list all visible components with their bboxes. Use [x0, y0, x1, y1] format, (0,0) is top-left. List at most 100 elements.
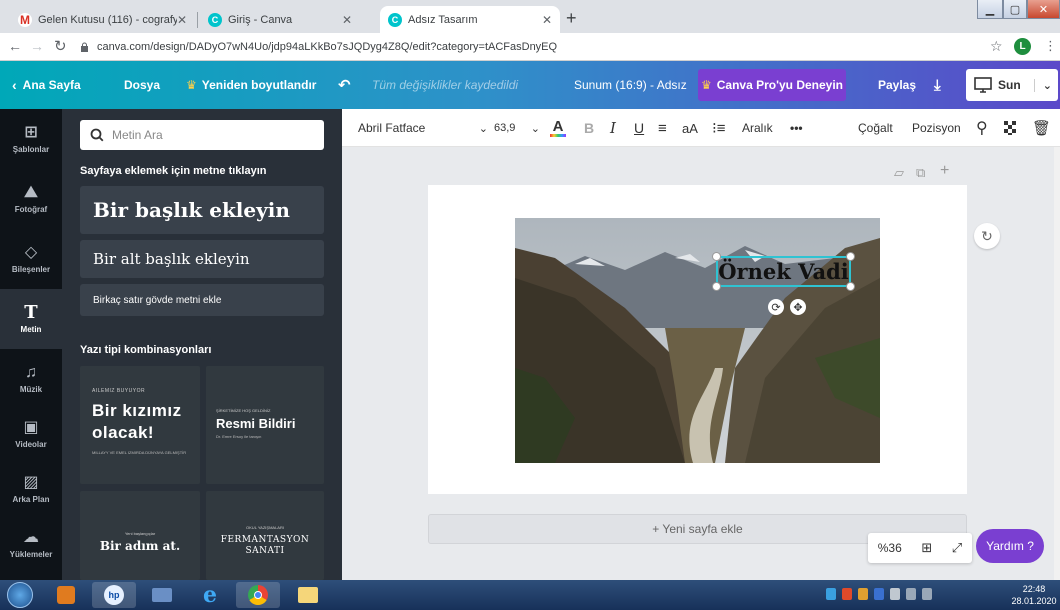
reload-icon[interactable]: ↻	[54, 37, 67, 55]
lock-icon	[81, 42, 88, 52]
close-icon[interactable]: ✕	[177, 13, 187, 27]
grid-view-icon[interactable]: ⊞	[921, 540, 932, 556]
font-family-dropdown[interactable]: Abril Fatface ⌄	[358, 109, 488, 147]
start-button[interactable]	[2, 582, 38, 608]
add-page-icon[interactable]: +	[940, 162, 949, 180]
taskbar-app-explorer[interactable]	[286, 582, 330, 608]
refresh-icon[interactable]: ↻	[974, 223, 1000, 249]
add-body-text-button[interactable]: Birkaç satır gövde metni ekle	[80, 284, 324, 316]
share-button[interactable]: Paylaş	[878, 61, 916, 109]
spacing-button[interactable]: Aralık	[742, 109, 773, 147]
tray-icon[interactable]	[842, 588, 852, 600]
close-icon[interactable]: ✕	[542, 13, 552, 27]
color-bar	[550, 133, 566, 137]
trash-icon[interactable]: 🗑	[1032, 109, 1051, 147]
italic-icon[interactable]: I	[610, 109, 616, 147]
flag-icon[interactable]	[890, 588, 900, 600]
new-tab-button[interactable]: +	[566, 8, 577, 29]
sidebar-item-elements[interactable]: ◇ Bileşenler	[0, 229, 62, 289]
bold-icon[interactable]: B	[584, 109, 594, 147]
sidebar-item-videos[interactable]: ▣ Videolar	[0, 404, 62, 464]
browser-tab-gmail[interactable]: M Gelen Kutusu (116) - cografyaleo ✕	[10, 6, 195, 33]
help-button[interactable]: Yardım ?	[976, 529, 1044, 563]
resize-button[interactable]: ♛ Yeniden boyutlandır	[186, 61, 316, 109]
sidebar-item-music[interactable]: ♫ Müzik	[0, 349, 62, 409]
browser-tab-design[interactable]: C Adsız Tasarım ✕	[380, 6, 560, 33]
fullscreen-icon[interactable]: ⤢	[952, 540, 962, 556]
photo-icon: ⛰	[24, 183, 38, 201]
transparency-icon[interactable]	[1004, 109, 1018, 147]
font-combo-card[interactable]: OKUL YAZIŞMALARI FERMANTASYON SANATI	[206, 491, 324, 580]
chevron-down-icon[interactable]: ⌄	[1033, 78, 1052, 92]
file-menu-button[interactable]: Dosya	[124, 61, 160, 109]
text-color-icon: A	[552, 117, 564, 135]
heading-text[interactable]: Örnek Vadi	[716, 256, 851, 287]
browser-menu-icon[interactable]: ⋮	[1044, 38, 1057, 54]
url-field[interactable]: canva.com/design/DADyO7wN4Uo/jdp94aLKkBo…	[80, 37, 960, 57]
move-icon[interactable]: ✥	[790, 299, 806, 315]
back-arrow-icon[interactable]: ←	[8, 38, 22, 54]
add-heading-button[interactable]: Bir başlık ekleyin	[80, 186, 324, 234]
profile-avatar[interactable]: L	[1014, 38, 1031, 55]
network-icon[interactable]	[906, 588, 916, 600]
clock-time: 22:48	[1022, 584, 1046, 594]
sidebar-item-photos[interactable]: ⛰ Fotoğraf	[0, 169, 62, 229]
try-pro-button[interactable]: ♛ Canva Pro'yu Deneyin	[698, 69, 846, 101]
taskbar-app-media[interactable]	[140, 582, 184, 608]
text-search-input[interactable]: Metin Ara	[80, 120, 324, 150]
tab-title: Gelen Kutusu (116) - cografyaleo	[38, 13, 177, 26]
sidebar-item-text[interactable]: T Metin	[0, 289, 62, 349]
combo-main-text: FERMANTASYON SANATI	[220, 535, 310, 556]
window-close-button[interactable]: ✕	[1027, 0, 1060, 19]
list-icon[interactable]: ⁝≡	[712, 109, 726, 147]
case-icon[interactable]: aA	[682, 109, 698, 147]
tray-icon[interactable]	[858, 588, 868, 600]
valley-photo[interactable]	[515, 218, 880, 463]
note-icon[interactable]: ▱	[894, 165, 904, 181]
font-combo-card[interactable]: Yeni başlangıçlar Bir adım at.	[80, 491, 200, 580]
maximize-button[interactable]: ▢	[1003, 0, 1027, 19]
font-combo-card[interactable]: AILEMIZ BUYUYOR Bir kızımız olacak! MILL…	[80, 366, 200, 484]
position-button[interactable]: Pozisyon	[912, 109, 961, 147]
tray-icon[interactable]	[826, 588, 836, 600]
undo-icon[interactable]: ↶	[338, 61, 351, 109]
underline-icon[interactable]: U	[634, 109, 644, 147]
text-color-button[interactable]: A	[550, 109, 566, 147]
taskbar-app-chrome[interactable]	[236, 582, 280, 608]
design-page[interactable]: Örnek Vadi ⟳ ✥	[428, 185, 967, 494]
font-size-dropdown[interactable]: 63,9 ⌄	[494, 109, 540, 147]
download-icon[interactable]: ⤓	[934, 61, 941, 109]
zoom-level[interactable]: %36	[878, 541, 902, 555]
duplicate-button[interactable]: Çoğalt	[858, 109, 893, 147]
scrollbar[interactable]	[1054, 147, 1060, 580]
clock-date: 28.01.2020	[1011, 596, 1057, 606]
tray-icon[interactable]	[874, 588, 884, 600]
volume-icon[interactable]	[922, 588, 932, 600]
format-painter-icon[interactable]: ⚲	[976, 109, 988, 147]
home-label: Ana Sayfa	[22, 78, 81, 92]
browser-tab-canva-home[interactable]: C Giriş - Canva ✕	[200, 6, 360, 33]
minimize-button[interactable]: ▁	[977, 0, 1003, 19]
font-combo-card[interactable]: ŞİRKETİMİZE HOŞ GELDİNİZ Resmi Bildiri D…	[206, 366, 324, 484]
try-pro-label: Canva Pro'yu Deneyin	[716, 78, 843, 92]
sidebar-item-uploads[interactable]: ☁ Yüklemeler	[0, 514, 62, 574]
close-icon[interactable]: ✕	[342, 13, 352, 27]
document-title[interactable]: Sunum (16:9) - Adsız	[574, 61, 687, 109]
align-icon[interactable]: ≡	[658, 109, 667, 147]
internet-explorer-icon: e	[203, 582, 217, 608]
taskbar-clock[interactable]: 22:48 28.01.2020	[1010, 583, 1058, 607]
add-subheading-button[interactable]: Bir alt başlık ekleyin	[80, 240, 324, 278]
taskbar-app-hp[interactable]: hp	[92, 582, 136, 608]
sidebar-item-background[interactable]: ▨ Arka Plan	[0, 459, 62, 519]
sidebar-item-templates[interactable]: ⊞ Şablonlar	[0, 109, 62, 169]
side-navigation: ⊞ Şablonlar ⛰ Fotoğraf ◇ Bileşenler T Metin …	[0, 109, 62, 580]
forward-arrow-icon[interactable]: →	[30, 38, 44, 54]
taskbar-app-ie[interactable]: e	[188, 582, 232, 608]
taskbar-app-outlook[interactable]	[44, 582, 88, 608]
home-button[interactable]: ‹ Ana Sayfa	[12, 61, 81, 109]
more-options-button[interactable]: •••	[790, 109, 803, 147]
rotate-icon[interactable]: ⟳	[768, 299, 784, 315]
copy-page-icon[interactable]: ⧉	[916, 165, 925, 181]
present-button[interactable]: Sun ⌄	[966, 69, 1058, 101]
bookmark-star-icon[interactable]: ☆	[990, 38, 1003, 55]
